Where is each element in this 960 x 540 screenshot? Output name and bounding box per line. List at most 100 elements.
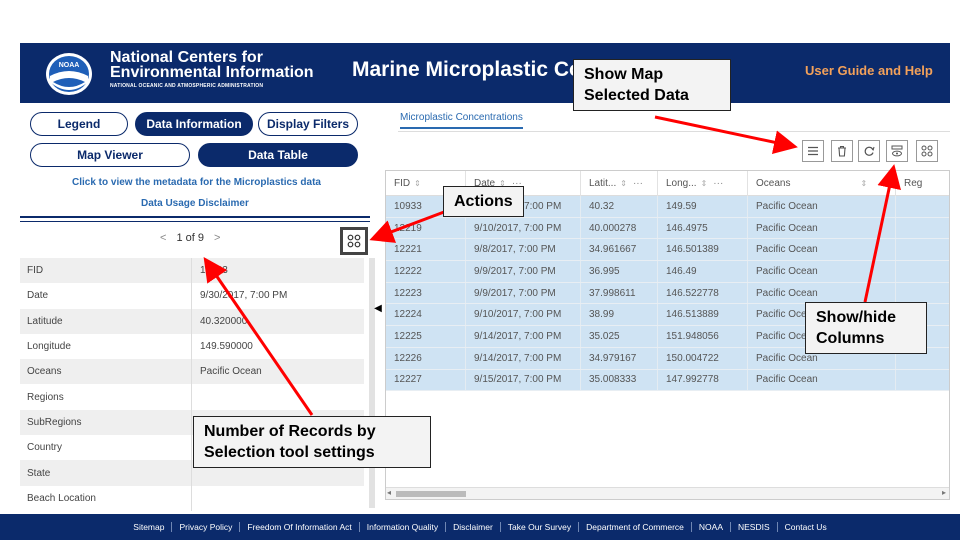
table-cell: Pacific Ocean [748, 369, 896, 391]
table-cell: 12226 [386, 347, 466, 369]
attribute-key: SubRegions [20, 409, 192, 436]
legend-button[interactable]: Legend [30, 112, 128, 136]
collapse-panel-icon[interactable]: ◀ [372, 300, 384, 316]
footer-link-info-quality[interactable]: Information Quality [360, 522, 447, 532]
display-filters-button[interactable]: Display Filters [258, 112, 358, 136]
footer-link-contact[interactable]: Contact Us [778, 522, 834, 532]
table-cell: 34.979167 [581, 347, 658, 369]
table-cell: 150.004722 [658, 347, 748, 369]
table-cell: Pacific Ocean [748, 217, 896, 239]
attribute-row: Longitude 149.590000 [20, 333, 364, 360]
table-cell: 37.998611 [581, 282, 658, 304]
sort-icon: ⇕ [620, 179, 627, 188]
map-viewer-button[interactable]: Map Viewer [30, 143, 190, 167]
attribute-row: Date 9/30/2017, 7:00 PM [20, 283, 364, 309]
pager-prev-button[interactable]: < [160, 232, 166, 244]
data-information-button[interactable]: Data Information [135, 112, 253, 136]
sort-icon: ⇕ [700, 179, 708, 188]
attribute-key: Longitude [20, 333, 192, 360]
column-header[interactable]: Long... ⇕ ··· [658, 171, 748, 196]
table-cell: 146.513889 [658, 304, 748, 326]
list-icon[interactable] [802, 140, 824, 162]
table-cell: 35.025 [581, 326, 658, 347]
callout-show-map: Show Map Selected Data [573, 59, 731, 111]
panel-scrollbar[interactable] [369, 258, 375, 508]
actions-menu-icon[interactable] [340, 227, 368, 255]
footer-link-nesdis[interactable]: NESDIS [731, 522, 778, 532]
data-table-button[interactable]: Data Table [198, 143, 358, 167]
attribute-key: Country [20, 435, 192, 461]
table-cell: 12227 [386, 369, 466, 391]
table-row[interactable]: 12222 9/9/2017, 7:00 PM 36.995 146.49 Pacifi… [386, 261, 949, 283]
attribute-row: Regions [20, 384, 364, 410]
show-hide-columns-icon[interactable] [886, 140, 908, 162]
user-guide-link[interactable]: User Guide and Help [805, 63, 933, 78]
table-cell: 36.995 [581, 261, 658, 282]
table-cell: 9/9/2017, 7:00 PM [466, 282, 581, 304]
table-cell [896, 261, 949, 282]
column-header[interactable]: Oceans ⇕ [748, 171, 896, 196]
pager-count: 1 of 9 [176, 232, 204, 244]
table-cell: 40.000278 [581, 217, 658, 239]
attribute-key: State [20, 460, 192, 486]
table-cell: 146.501389 [658, 239, 748, 261]
attribute-row: Oceans Pacific Ocean [20, 359, 364, 385]
trash-icon[interactable] [831, 140, 853, 162]
horizontal-scrollbar[interactable]: ◂ ▸ [386, 487, 949, 499]
attribute-value: 149.590000 [200, 341, 253, 353]
table-cell: Pacific Ocean [748, 282, 896, 304]
column-header[interactable]: Reg [896, 171, 949, 196]
footer-link-commerce[interactable]: Department of Commerce [579, 522, 692, 532]
footer-link-privacy[interactable]: Privacy Policy [172, 522, 241, 532]
table-cell: 9/15/2017, 7:00 PM [466, 369, 581, 391]
footer-link-foia[interactable]: Freedom Of Information Act [240, 522, 360, 532]
table-cell: 34.961667 [581, 239, 658, 261]
table-cell [896, 239, 949, 260]
scroll-left-icon[interactable]: ◂ [387, 488, 391, 497]
footer-link-sitemap[interactable]: Sitemap [126, 522, 173, 532]
table-cell: 146.49 [658, 261, 748, 282]
more-icon: ··· [632, 178, 643, 189]
table-row[interactable]: 12221 9/8/2017, 7:00 PM 34.961667 146.50138… [386, 239, 949, 262]
attribute-key: Latitude [20, 308, 192, 334]
grid-options-icon[interactable] [916, 140, 938, 162]
column-header[interactable]: Latit... ⇕ ··· [581, 171, 658, 196]
table-cell [896, 283, 949, 304]
footer-link-disclaimer[interactable]: Disclaimer [446, 522, 501, 532]
attribute-row: FID 10933 [20, 258, 364, 284]
table-cell: 12222 [386, 261, 466, 282]
attribute-row: Latitude 40.320000 [20, 308, 364, 334]
attribute-key: Beach Location [20, 485, 192, 511]
table-cell: 35.008333 [581, 369, 658, 391]
table-cell [896, 218, 949, 239]
callout-number-of-records: Number of Records by Selection tool sett… [193, 416, 431, 468]
more-icon: ··· [713, 178, 724, 189]
scroll-right-icon[interactable]: ▸ [942, 488, 946, 497]
scrollbar-thumb[interactable] [396, 491, 466, 497]
attribute-key: Oceans [20, 359, 192, 385]
page-title: Marine Microplastic Co [352, 58, 582, 81]
footer-link-survey[interactable]: Take Our Survey [501, 522, 580, 532]
refresh-icon[interactable] [858, 140, 880, 162]
table-cell: Pacific Ocean [748, 261, 896, 282]
svg-text:NOAA: NOAA [59, 62, 80, 69]
actions-grid-icon [347, 234, 361, 248]
tab-microplastic-concentrations[interactable]: Microplastic Concentrations [400, 112, 523, 129]
attribute-key: FID [20, 258, 192, 284]
footer-link-noaa[interactable]: NOAA [692, 522, 731, 532]
header-bar: NOAA National Centers for Environmental … [20, 43, 950, 103]
table-cell: 9/14/2017, 7:00 PM [466, 326, 581, 347]
table-row[interactable]: 12219 9/10/2017, 7:00 PM 40.000278 146.4975… [386, 217, 949, 240]
sort-icon: ⇕ [414, 179, 421, 188]
divider [20, 216, 370, 218]
noaa-logo-icon: NOAA [46, 53, 92, 95]
table-cell: 12225 [386, 326, 466, 347]
pager-next-button[interactable]: > [214, 232, 220, 244]
table-row[interactable]: 12227 9/15/2017, 7:00 PM 35.008333 147.9927… [386, 369, 949, 392]
table-cell: 147.992778 [658, 369, 748, 391]
table-cell: 9/9/2017, 7:00 PM [466, 261, 581, 282]
disclaimer-link[interactable]: Data Usage Disclaimer [141, 198, 249, 209]
table-cell: Pacific Ocean [748, 196, 896, 217]
table-cell [896, 370, 949, 391]
metadata-link[interactable]: Click to view the metadata for the Micro… [72, 177, 321, 188]
